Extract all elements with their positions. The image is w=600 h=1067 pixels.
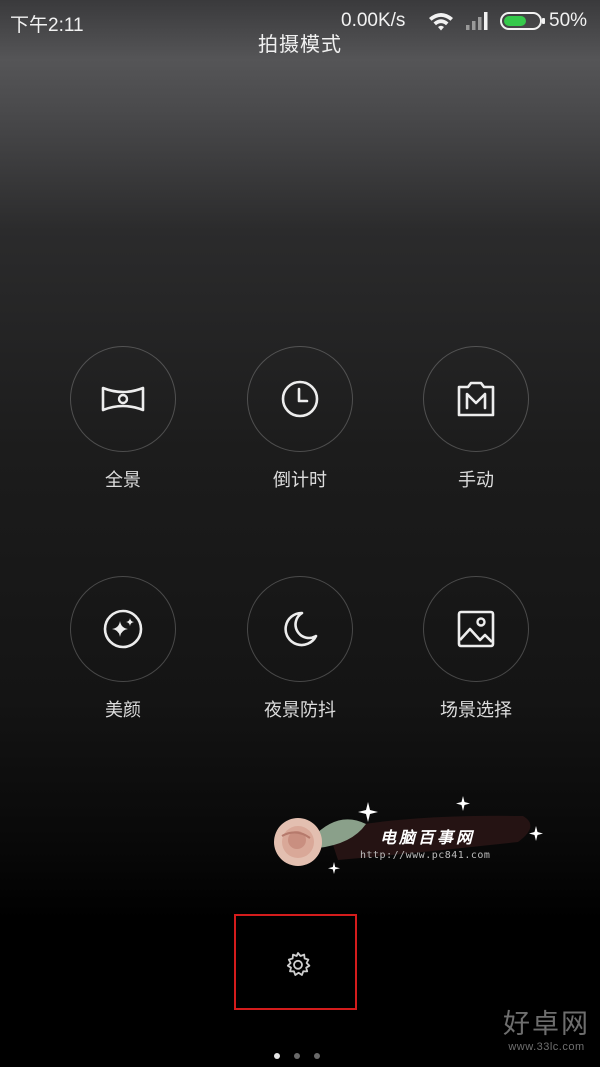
beauty-sparkle-icon [103, 609, 143, 649]
manual-m-icon [457, 381, 495, 417]
timer-clock-icon [281, 380, 319, 418]
site-logo-url: www.33lc.com [508, 1041, 585, 1053]
mode-label: 场景选择 [440, 700, 512, 721]
site-logo-name: 好卓网 [503, 1009, 590, 1040]
page-dot [314, 1053, 320, 1059]
mode-manual[interactable]: 手动 [406, 346, 546, 492]
mode-label: 手动 [458, 470, 494, 491]
page-indicator [274, 1053, 326, 1061]
site-logo: 好卓网 www.33lc.com [503, 1002, 590, 1053]
mode-panorama[interactable]: 全景 [53, 346, 193, 492]
page-title: 拍摄模式 [258, 32, 342, 56]
mode-night-stabilize[interactable]: 夜景防抖 [230, 576, 370, 722]
mode-timer-button[interactable] [247, 346, 353, 452]
mode-manual-button[interactable] [423, 346, 529, 452]
page-dot-active [274, 1053, 280, 1059]
mode-label: 夜景防抖 [264, 700, 336, 721]
mode-scene-select[interactable]: 场景选择 [406, 576, 546, 722]
watermark-url: http://www.pc841.com [360, 850, 491, 861]
mode-beauty-button[interactable] [70, 576, 176, 682]
mode-night-stabilize-button[interactable] [247, 576, 353, 682]
page-dot [294, 1053, 300, 1059]
mode-beauty[interactable]: 美颜 [53, 576, 193, 722]
mode-scene-select-button[interactable] [423, 576, 529, 682]
mode-label: 美颜 [105, 700, 141, 721]
mode-panorama-button[interactable] [70, 346, 176, 452]
settings-button[interactable] [234, 914, 357, 1010]
scene-image-icon [457, 610, 495, 648]
gear-icon[interactable] [283, 950, 313, 980]
night-moon-icon [284, 611, 318, 647]
watermark: 电脑百事网 http://www.pc841.com [268, 790, 558, 890]
mode-label: 倒计时 [273, 470, 327, 491]
mode-timer[interactable]: 倒计时 [230, 346, 370, 492]
panorama-icon [101, 386, 145, 412]
mode-label: 全景 [105, 470, 141, 491]
watermark-text: 电脑百事网 [380, 828, 476, 847]
